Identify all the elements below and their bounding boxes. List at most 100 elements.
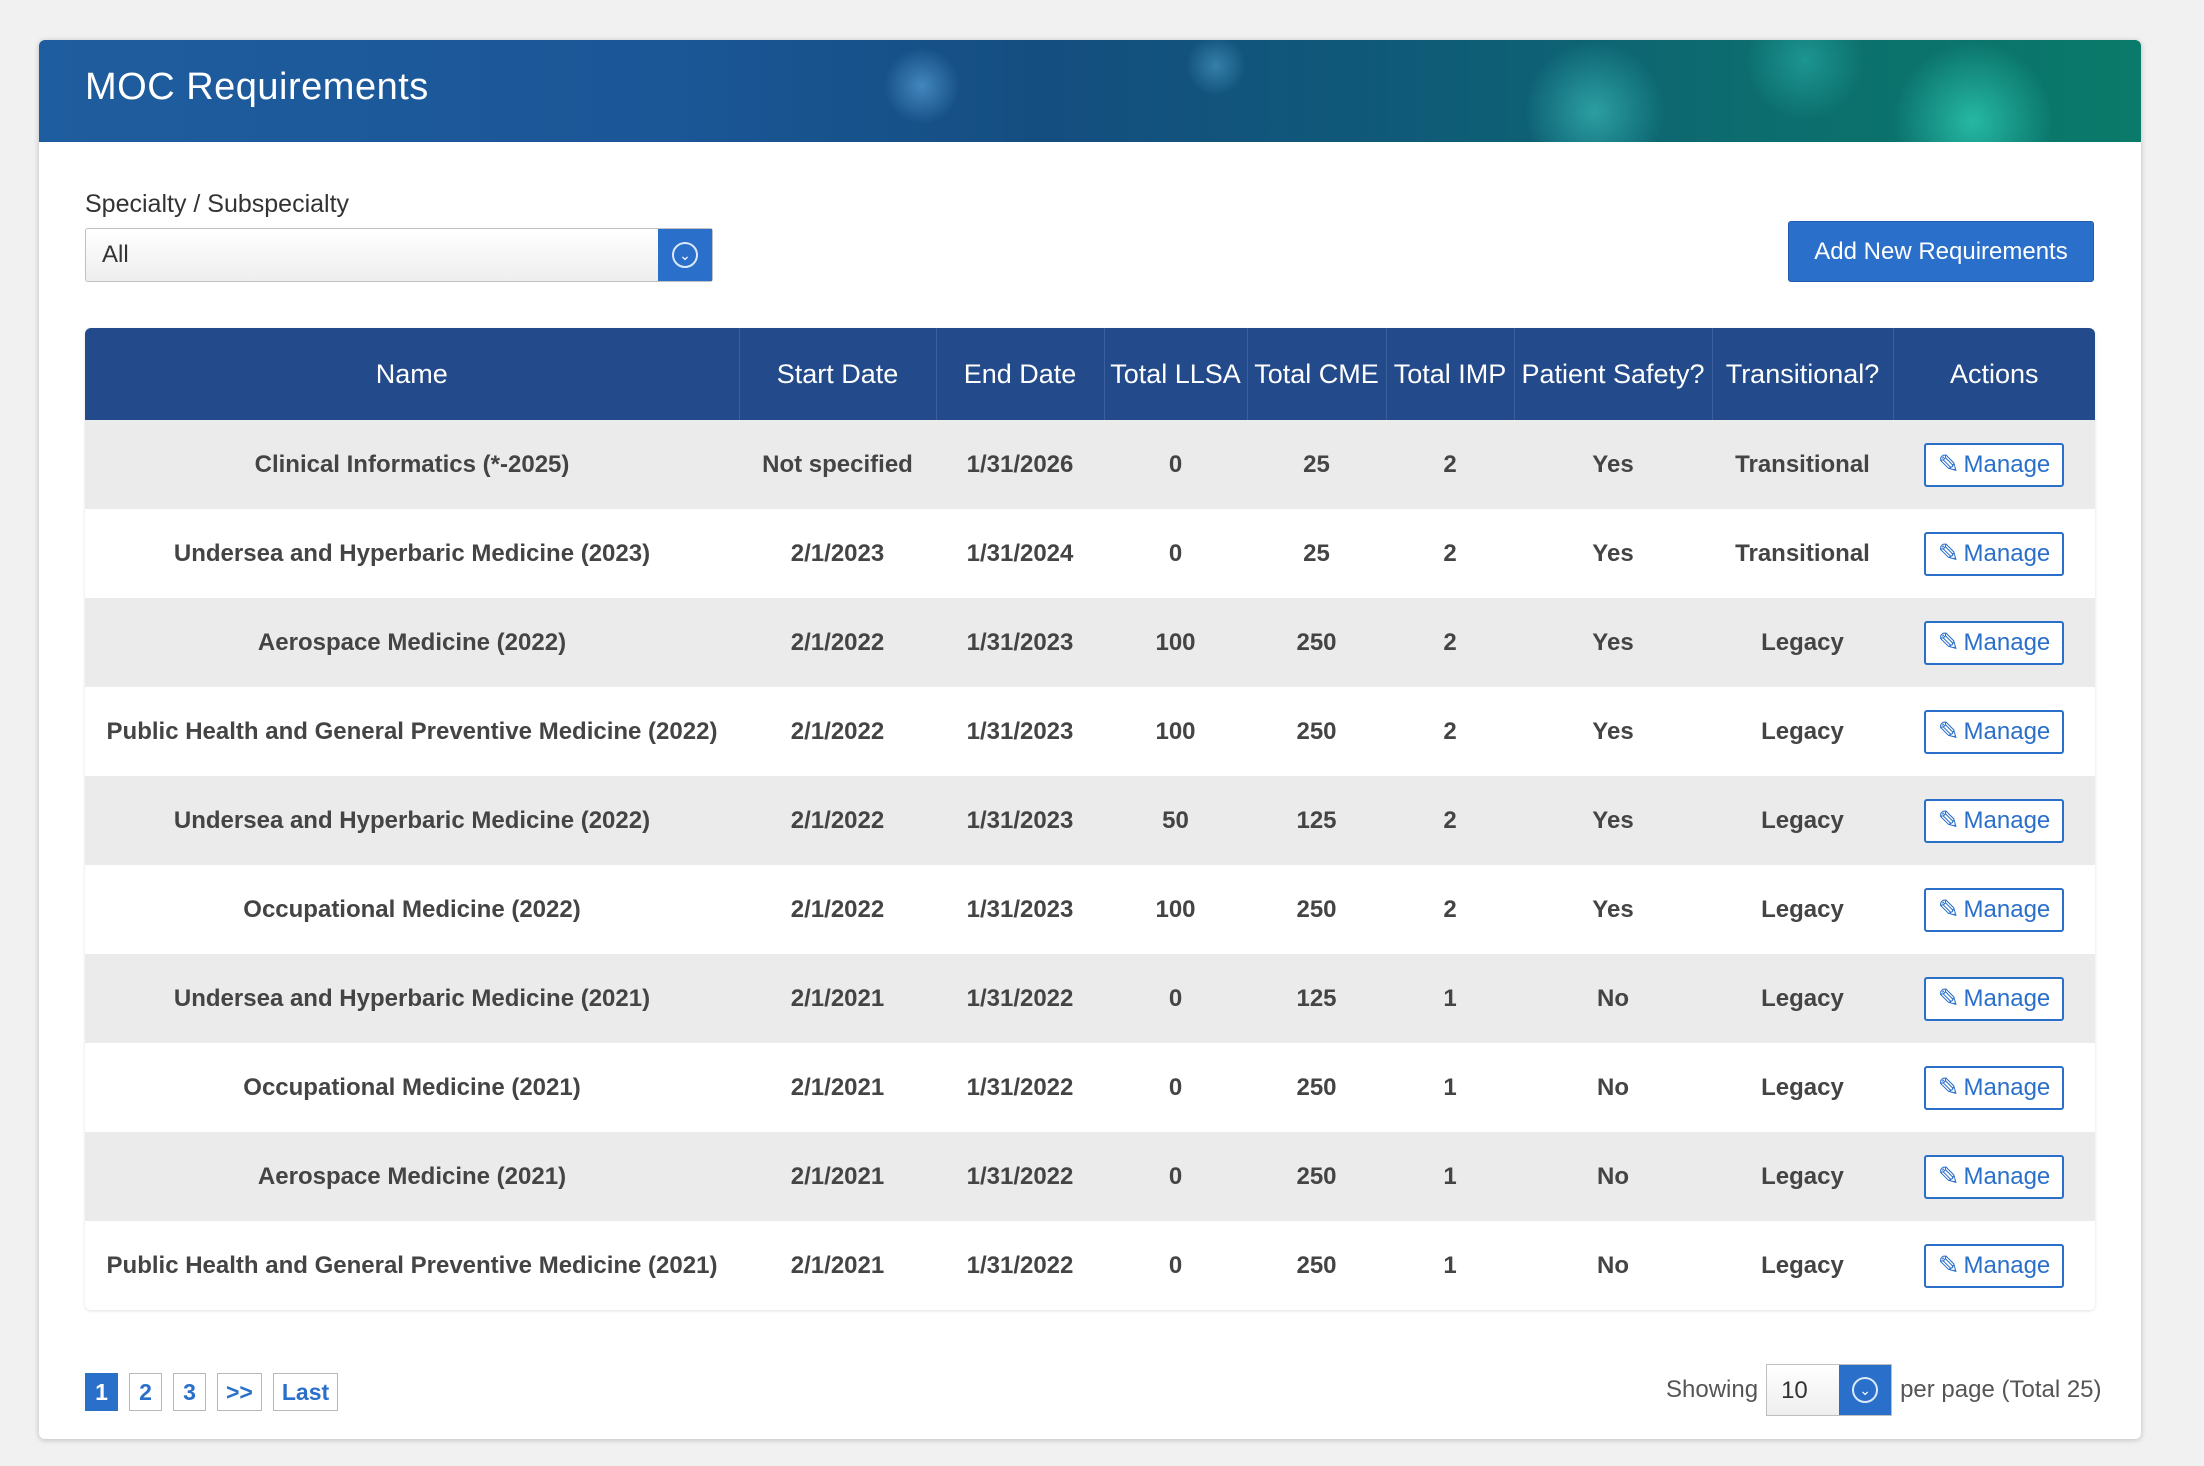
cell-start-date: 2/1/2021 [790, 1162, 885, 1190]
page-title: MOC Requirements [85, 66, 429, 108]
cell-actions: ✎ Manage [1893, 598, 2095, 687]
cell-actions: ✎ Manage [1893, 1132, 2095, 1221]
cell-start-date: 2/1/2022 [790, 895, 885, 923]
column-header-actions: Actions [1949, 358, 2039, 389]
cell-total-imp: 2 [1443, 539, 1457, 567]
cell-name: Public Health and General Preventive Med… [106, 1251, 718, 1279]
pencil-icon: ✎ [1937, 1072, 1960, 1102]
chevron-down-icon: ⌄ [1852, 1377, 1879, 1403]
cell-total-imp: 2 [1443, 717, 1457, 745]
cell-total-imp: 2 [1443, 450, 1457, 478]
pencil-icon: ✎ [1937, 805, 1960, 835]
cell-end-date: 1/31/2023 [966, 895, 1074, 923]
table-row: Aerospace Medicine (2021) 2/1/2021 1/31/20… [85, 1132, 2095, 1221]
cell-transitional: Legacy [1761, 806, 1844, 834]
cell-actions: ✎ Manage [1893, 509, 2095, 598]
chevron-down-icon: ⌄ [672, 242, 698, 268]
cell-name: Occupational Medicine (2021) [243, 1073, 581, 1101]
next-page-button[interactable]: >> [217, 1373, 262, 1411]
manage-button[interactable]: ✎ Manage [1923, 442, 2065, 487]
cell-total-cme: 250 [1296, 628, 1337, 656]
page-button-2[interactable]: 2 [129, 1373, 162, 1411]
cell-patient-safety: Yes [1592, 450, 1634, 478]
per-page-select[interactable]: 10 ⌄ [1766, 1364, 1893, 1416]
cell-total-llsa: 50 [1162, 806, 1189, 834]
cell-total-imp: 2 [1443, 806, 1457, 834]
cell-start-date: 2/1/2021 [790, 1251, 885, 1279]
manage-button[interactable]: ✎ Manage [1923, 620, 2065, 665]
column-header-start-date[interactable]: Start Date [739, 328, 937, 420]
cell-actions: ✎ Manage [1893, 1221, 2095, 1310]
manage-button[interactable]: ✎ Manage [1923, 887, 2065, 932]
cell-end-date: 1/31/2024 [966, 539, 1074, 567]
page-button-1[interactable]: 1 [85, 1373, 118, 1411]
manage-label: Manage [1963, 1073, 2051, 1101]
specialty-select-toggle[interactable]: ⌄ [658, 229, 712, 281]
cell-patient-safety: No [1597, 1251, 1629, 1279]
specialty-select-value: All [102, 241, 129, 268]
cell-total-cme: 25 [1303, 539, 1330, 567]
manage-button[interactable]: ✎ Manage [1923, 1065, 2065, 1110]
per-page-toggle[interactable]: ⌄ [1839, 1365, 1892, 1415]
cell-name: Undersea and Hyperbaric Medicine (2023) [173, 539, 651, 567]
cell-start-date: Not specified [762, 450, 913, 478]
manage-label: Manage [1963, 539, 2051, 567]
cell-name: Undersea and Hyperbaric Medicine (2021) [173, 984, 651, 1012]
pagination: 1 2 3 >> Last [85, 1373, 339, 1411]
column-header-total-llsa[interactable]: Total LLSA [1104, 328, 1248, 420]
page-banner: MOC Requirements [39, 40, 2141, 142]
cell-start-date: 2/1/2022 [790, 806, 885, 834]
cell-start-date: 2/1/2022 [790, 628, 885, 656]
cell-total-llsa: 0 [1168, 984, 1183, 1012]
manage-button[interactable]: ✎ Manage [1923, 709, 2065, 754]
page-button-3[interactable]: 3 [173, 1373, 206, 1411]
cell-total-imp: 1 [1443, 1251, 1457, 1279]
column-header-total-cme[interactable]: Total CME [1247, 328, 1387, 420]
cell-total-imp: 1 [1443, 1162, 1457, 1190]
column-header-name[interactable]: Name [85, 328, 740, 420]
cell-actions: ✎ Manage [1893, 776, 2095, 865]
table-row: Aerospace Medicine (2022) 2/1/2022 1/31/20… [85, 598, 2095, 687]
cell-name: Public Health and General Preventive Med… [106, 717, 718, 745]
cell-actions: ✎ Manage [1893, 420, 2095, 509]
manage-label: Manage [1963, 984, 2051, 1012]
cell-name: Undersea and Hyperbaric Medicine (2022) [173, 806, 651, 834]
cell-start-date: 2/1/2021 [790, 984, 885, 1012]
cell-start-date: 2/1/2021 [790, 1073, 885, 1101]
manage-button[interactable]: ✎ Manage [1923, 531, 2065, 576]
cell-end-date: 1/31/2023 [966, 717, 1074, 745]
manage-button[interactable]: ✎ Manage [1923, 976, 2065, 1021]
column-header-patient-safety[interactable]: Patient Safety? [1514, 328, 1713, 420]
cell-total-imp: 1 [1443, 1073, 1457, 1101]
cell-end-date: 1/31/2022 [966, 1162, 1074, 1190]
specialty-select[interactable]: All ⌄ [85, 228, 713, 282]
table-row: Occupational Medicine (2021) 2/1/2021 1/31… [85, 1043, 2095, 1132]
moc-requirements-card: MOC Requirements Specialty / Subspecialt… [39, 40, 2141, 1439]
column-header-end-date[interactable]: End Date [936, 328, 1105, 420]
cell-total-cme: 250 [1296, 1162, 1337, 1190]
cell-end-date: 1/31/2022 [966, 1073, 1074, 1101]
column-header-transitional[interactable]: Transitional? [1712, 328, 1894, 420]
cell-total-llsa: 0 [1168, 1162, 1183, 1190]
manage-label: Manage [1963, 1251, 2051, 1279]
pencil-icon: ✎ [1937, 538, 1960, 568]
cell-actions: ✎ Manage [1893, 1043, 2095, 1132]
cell-patient-safety: No [1597, 1162, 1629, 1190]
cell-transitional: Legacy [1761, 895, 1844, 923]
manage-button[interactable]: ✎ Manage [1923, 798, 2065, 843]
cell-total-imp: 2 [1443, 895, 1457, 923]
manage-button[interactable]: ✎ Manage [1923, 1243, 2065, 1288]
table-row: Clinical Informatics (*-2025) Not specifi… [85, 420, 2095, 509]
cell-transitional: Legacy [1761, 1251, 1844, 1279]
pencil-icon: ✎ [1937, 627, 1960, 657]
manage-label: Manage [1963, 628, 2051, 656]
column-header-total-imp[interactable]: Total IMP [1386, 328, 1515, 420]
pencil-icon: ✎ [1937, 716, 1960, 746]
last-page-button[interactable]: Last [272, 1373, 339, 1411]
table-row: Undersea and Hyperbaric Medicine (2023) 2… [85, 509, 2095, 598]
add-new-requirements-button[interactable]: Add New Requirements [1788, 221, 2094, 282]
manage-button[interactable]: ✎ Manage [1923, 1154, 2065, 1199]
cell-actions: ✎ Manage [1893, 687, 2095, 776]
pencil-icon: ✎ [1937, 1161, 1960, 1191]
cell-transitional: Legacy [1761, 1073, 1844, 1101]
